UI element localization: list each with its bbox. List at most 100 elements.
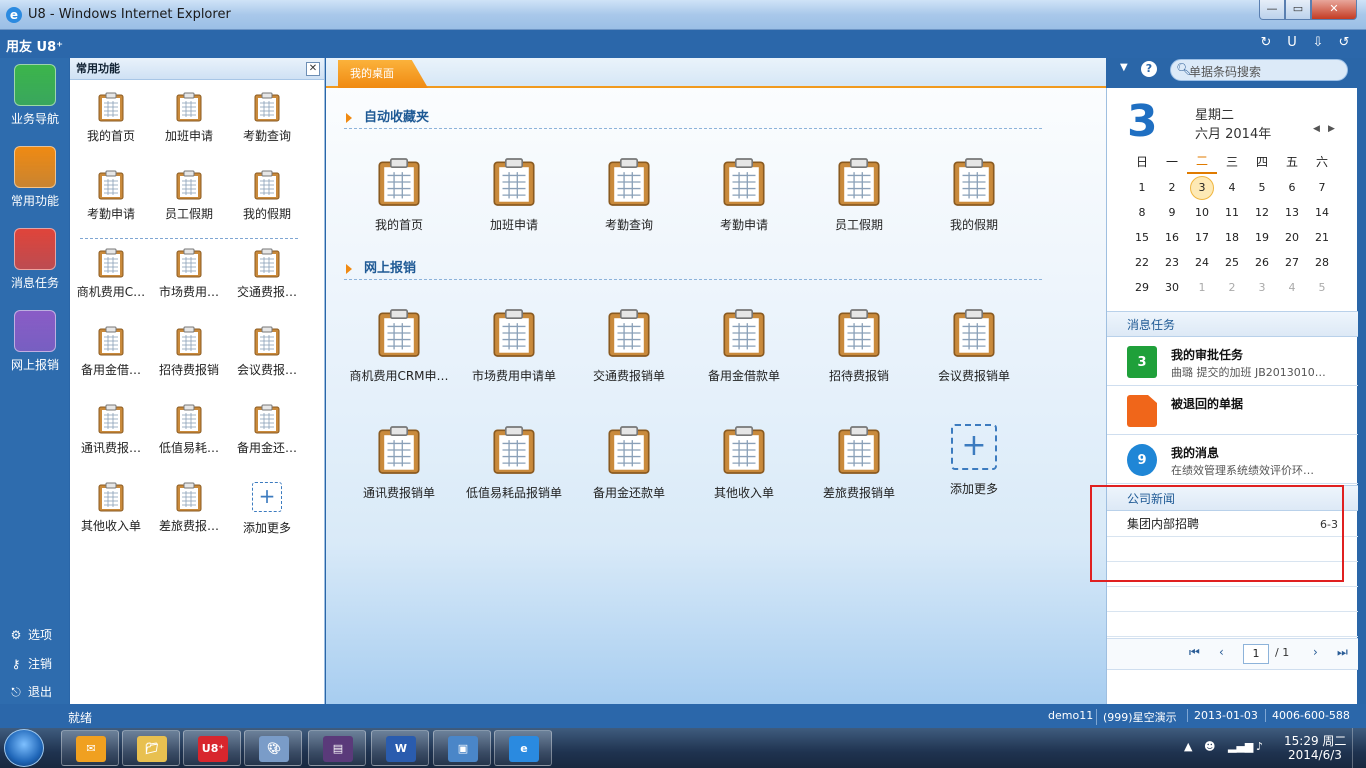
favorite-item[interactable]: 市场费用… bbox=[150, 248, 228, 300]
add-more-button[interactable]: + 添加更多 bbox=[228, 482, 306, 536]
favorite-item[interactable]: 考勤查询 bbox=[228, 92, 306, 144]
favorite-item[interactable]: 会议费报… bbox=[228, 326, 306, 378]
calendar-day-cell[interactable]: 13 bbox=[1277, 201, 1307, 225]
back-icon[interactable]: ↺ bbox=[1336, 35, 1352, 51]
taskbar-app[interactable]: e bbox=[494, 730, 552, 766]
calendar-day-cell[interactable]: 2 bbox=[1157, 176, 1187, 200]
desktop-shortcut[interactable]: 考勤申请 bbox=[689, 156, 799, 233]
section-favorites[interactable]: 自动收藏夹 bbox=[346, 106, 429, 125]
calendar-day-cell[interactable]: 5 bbox=[1307, 276, 1337, 300]
chevron-down-icon[interactable]: ▼ bbox=[1120, 62, 1128, 73]
favorite-item[interactable]: 招待费报销 bbox=[150, 326, 228, 378]
calendar-day-cell[interactable]: 29 bbox=[1127, 276, 1157, 300]
first-page-button[interactable]: ⏮ bbox=[1189, 645, 1200, 660]
favorite-item[interactable]: 加班申请 bbox=[150, 92, 228, 144]
section-reimburse[interactable]: 网上报销 bbox=[346, 257, 416, 276]
favorite-item[interactable]: 商机费用C… bbox=[72, 248, 150, 300]
calendar-day-cell[interactable]: 4 bbox=[1277, 276, 1307, 300]
u8-menu-icon[interactable]: U bbox=[1284, 35, 1300, 51]
favorite-item[interactable]: 考勤申请 bbox=[72, 170, 150, 222]
calendar-day-cell[interactable]: 14 bbox=[1307, 201, 1337, 225]
calendar-day-cell[interactable]: 3 bbox=[1247, 276, 1277, 300]
prev-month-icon[interactable]: ◀ bbox=[1313, 124, 1320, 134]
calendar-day-cell[interactable]: 19 bbox=[1247, 226, 1277, 250]
favorite-item[interactable]: 低值易耗… bbox=[150, 404, 228, 456]
prev-page-button[interactable]: ‹ bbox=[1219, 645, 1224, 659]
favorite-item[interactable]: 差旅费报… bbox=[150, 482, 228, 534]
desktop-shortcut[interactable]: 市场费用申请单 bbox=[459, 307, 569, 384]
calendar-day-cell[interactable]: 9 bbox=[1157, 201, 1187, 225]
clock-date[interactable]: 2014/6/3 bbox=[1288, 748, 1342, 762]
calendar-day-cell[interactable]: 18 bbox=[1217, 226, 1247, 250]
desktop-shortcut[interactable]: 会议费报销单 bbox=[919, 307, 1029, 384]
signal-icon[interactable]: ▂▄▆ bbox=[1228, 740, 1253, 753]
volume-icon[interactable]: ♪ bbox=[1256, 740, 1263, 753]
calendar-day-cell[interactable]: 30 bbox=[1157, 276, 1187, 300]
calendar-day-cell[interactable]: 23 bbox=[1157, 251, 1187, 275]
dropdown-icon[interactable]: ⇩ bbox=[1310, 35, 1326, 51]
add-more-button[interactable]: + 添加更多 bbox=[919, 424, 1029, 497]
desktop-shortcut[interactable]: 备用金借款单 bbox=[689, 307, 799, 384]
desktop-shortcut[interactable]: 考勤查询 bbox=[574, 156, 684, 233]
refresh-icon[interactable]: ↻ bbox=[1258, 35, 1274, 51]
tray-arrow-icon[interactable]: ▲ bbox=[1184, 740, 1192, 753]
desktop-shortcut[interactable]: 通讯费报销单 bbox=[344, 424, 454, 501]
calendar-day-cell[interactable]: 27 bbox=[1277, 251, 1307, 275]
taskbar-app[interactable]: ▣ bbox=[433, 730, 491, 766]
panel-close-button[interactable]: ✕ bbox=[306, 62, 320, 76]
calendar-day-cell[interactable]: 1 bbox=[1187, 276, 1217, 300]
minimize-button[interactable]: — bbox=[1259, 0, 1285, 20]
calendar-day-cell[interactable]: 25 bbox=[1217, 251, 1247, 275]
start-button[interactable] bbox=[4, 729, 44, 767]
help-icon[interactable]: ? bbox=[1141, 61, 1157, 77]
page-number-input[interactable]: 1 bbox=[1243, 644, 1269, 664]
nav-common[interactable]: 常用功能 bbox=[6, 146, 64, 209]
desktop-shortcut[interactable]: 招待费报销 bbox=[804, 307, 914, 384]
options-button[interactable]: ⚙ 选项 bbox=[8, 626, 52, 643]
calendar-day-cell[interactable]: 6 bbox=[1277, 176, 1307, 200]
qq-icon[interactable]: ☻ bbox=[1204, 740, 1215, 753]
favorite-item[interactable]: 员工假期 bbox=[150, 170, 228, 222]
calendar-day-cell[interactable]: 5 bbox=[1247, 176, 1277, 200]
maximize-button[interactable]: ▭ bbox=[1285, 0, 1311, 20]
calendar-day-cell[interactable]: 3 bbox=[1190, 176, 1214, 200]
calendar-day-cell[interactable]: 7 bbox=[1307, 176, 1337, 200]
desktop-shortcut[interactable]: 交通费报销单 bbox=[574, 307, 684, 384]
favorite-item[interactable]: 我的首页 bbox=[72, 92, 150, 144]
favorite-item[interactable]: 交通费报… bbox=[228, 248, 306, 300]
nav-business[interactable]: 业务导航 bbox=[6, 64, 64, 127]
favorite-item[interactable]: 通讯费报… bbox=[72, 404, 150, 456]
calendar-day-cell[interactable]: 16 bbox=[1157, 226, 1187, 250]
calendar-day-cell[interactable]: 15 bbox=[1127, 226, 1157, 250]
next-month-icon[interactable]: ▶ bbox=[1328, 124, 1335, 134]
calendar-day-cell[interactable]: 20 bbox=[1277, 226, 1307, 250]
taskbar-app[interactable]: ✉ bbox=[61, 730, 119, 766]
calendar-day-cell[interactable]: 17 bbox=[1187, 226, 1217, 250]
favorite-item[interactable]: 备用金还… bbox=[228, 404, 306, 456]
calendar-day-cell[interactable]: 11 bbox=[1217, 201, 1247, 225]
barcode-search-input[interactable]: 🔍︎ 单据条码搜索 bbox=[1170, 59, 1348, 81]
show-desktop-button[interactable] bbox=[1352, 728, 1366, 768]
taskbar-app[interactable]: ▤ bbox=[308, 730, 366, 766]
last-page-button[interactable]: ⏭ bbox=[1337, 645, 1348, 660]
desktop-shortcut[interactable]: 我的首页 bbox=[344, 156, 454, 233]
calendar-day-cell[interactable]: 2 bbox=[1217, 276, 1247, 300]
calendar-day-cell[interactable]: 1 bbox=[1127, 176, 1157, 200]
favorite-item[interactable]: 我的假期 bbox=[228, 170, 306, 222]
calendar-day-cell[interactable]: 10 bbox=[1187, 201, 1217, 225]
nav-reimburse[interactable]: 网上报销 bbox=[6, 310, 64, 373]
message-item[interactable]: 3 我的审批任务 曲璐 提交的加班 JB2013010… bbox=[1107, 338, 1358, 386]
calendar-day-cell[interactable]: 12 bbox=[1247, 201, 1277, 225]
calendar-day-cell[interactable]: 8 bbox=[1127, 201, 1157, 225]
message-item[interactable]: 9 我的消息 在绩效管理系统绩效评价环… bbox=[1107, 436, 1358, 484]
desktop-shortcut[interactable]: 备用金还款单 bbox=[574, 424, 684, 501]
taskbar-app[interactable]: W bbox=[371, 730, 429, 766]
next-page-button[interactable]: › bbox=[1313, 645, 1318, 659]
nav-messages[interactable]: 消息任务 bbox=[6, 228, 64, 291]
calendar-day-cell[interactable]: 28 bbox=[1307, 251, 1337, 275]
logout-button[interactable]: ⚷ 注销 bbox=[8, 655, 52, 672]
taskbar-app[interactable]: 📁︎ bbox=[122, 730, 180, 766]
taskbar-app[interactable]: U8⁺ bbox=[183, 730, 241, 766]
desktop-shortcut[interactable]: 加班申请 bbox=[459, 156, 569, 233]
tab-my-desktop[interactable]: 我的桌面 bbox=[338, 60, 428, 88]
